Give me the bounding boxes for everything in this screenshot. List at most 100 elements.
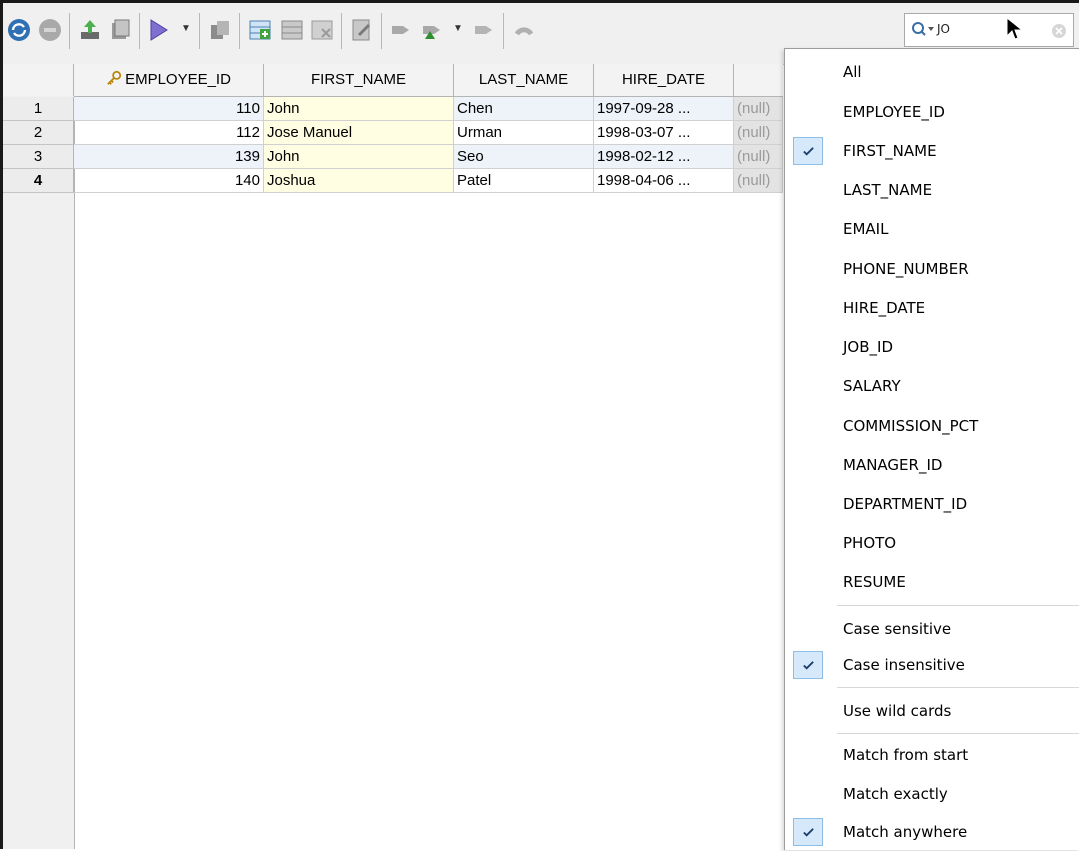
cell-first-name[interactable]: Joshua bbox=[264, 169, 454, 193]
column-header-label: FIRST_NAME bbox=[310, 71, 406, 88]
toolbar-separator bbox=[239, 13, 240, 49]
menu-item-label: LAST_NAME bbox=[843, 181, 933, 199]
menu-item-salary[interactable]: SALARY bbox=[785, 367, 1079, 405]
menu-item-label: Match from start bbox=[843, 746, 969, 764]
menu-item-match-anywhere[interactable]: Match anywhere bbox=[785, 813, 1079, 851]
delete-row-icon[interactable] bbox=[309, 17, 335, 43]
menu-item-phone-number[interactable]: PHONE_NUMBER bbox=[785, 250, 1079, 288]
cell-first-name[interactable]: Jose Manuel bbox=[264, 121, 454, 145]
checkmark-icon bbox=[793, 651, 823, 679]
menu-item-resume[interactable]: RESUME bbox=[785, 563, 1079, 601]
cell-employee-id[interactable]: 112 bbox=[74, 121, 264, 145]
menu-item-first-name[interactable]: FIRST_NAME bbox=[785, 132, 1079, 170]
cell-null[interactable]: (null) bbox=[734, 145, 783, 169]
rollback-icon[interactable] bbox=[419, 17, 445, 43]
table-row[interactable]: 3 139 John Seo 1998-02-12 ... (null) bbox=[3, 145, 783, 169]
menu-item-label: DEPARTMENT_ID bbox=[843, 495, 968, 513]
duplicate-row-icon[interactable] bbox=[279, 17, 305, 43]
stop-icon[interactable] bbox=[37, 17, 63, 43]
menu-item-last-name[interactable]: LAST_NAME bbox=[785, 171, 1079, 209]
search-input[interactable]: JO bbox=[937, 22, 950, 36]
primary-key-icon bbox=[107, 70, 122, 85]
menu-item-label: EMPLOYEE_ID bbox=[843, 103, 945, 121]
row-number[interactable]: 1 bbox=[3, 97, 74, 121]
menu-item-email[interactable]: EMAIL bbox=[785, 210, 1079, 248]
import-icon[interactable] bbox=[77, 17, 103, 43]
cell-employee-id[interactable]: 140 bbox=[74, 169, 264, 193]
menu-item-label: FIRST_NAME bbox=[843, 142, 937, 160]
cell-null[interactable]: (null) bbox=[734, 97, 783, 121]
column-header-last-name[interactable]: LAST_NAME bbox=[454, 64, 594, 96]
menu-item-label: JOB_ID bbox=[843, 338, 893, 356]
cell-employee-id[interactable]: 139 bbox=[74, 145, 264, 169]
undo-icon[interactable] bbox=[511, 17, 537, 43]
menu-separator bbox=[837, 687, 1079, 688]
cell-hire-date[interactable]: 1998-03-07 ... bbox=[594, 121, 734, 145]
row-number[interactable]: 2 bbox=[3, 121, 74, 145]
menu-item-label: COMMISSION_PCT bbox=[843, 417, 979, 435]
cell-first-name[interactable]: John bbox=[264, 97, 454, 121]
toolbar-separator bbox=[381, 13, 382, 49]
cell-last-name[interactable]: Chen bbox=[454, 97, 594, 121]
data-grid: EMPLOYEE_ID FIRST_NAME LAST_NAME HIRE_DA… bbox=[3, 64, 783, 849]
clear-search-icon[interactable] bbox=[1051, 23, 1067, 39]
lock-icon[interactable] bbox=[471, 17, 497, 43]
column-header-next[interactable] bbox=[734, 64, 783, 96]
search-icon[interactable] bbox=[911, 21, 937, 39]
menu-item-all[interactable]: All bbox=[785, 53, 1079, 91]
table-row[interactable]: 2 112 Jose Manuel Urman 1998-03-07 ... (… bbox=[3, 121, 783, 145]
menu-item-use-wild-cards[interactable]: Use wild cards bbox=[785, 692, 1079, 730]
edit-icon[interactable] bbox=[349, 17, 375, 43]
column-header-hire-date[interactable]: HIRE_DATE bbox=[594, 64, 734, 96]
copy-icon[interactable] bbox=[207, 17, 233, 43]
menu-item-commission-pct[interactable]: COMMISSION_PCT bbox=[785, 407, 1079, 445]
row-gutter bbox=[3, 96, 75, 849]
commit-dropdown-icon[interactable]: ▼ bbox=[453, 23, 463, 34]
table-row[interactable]: 4 140 Joshua Patel 1998-04-06 ... (null) bbox=[3, 169, 783, 193]
search-options-menu: All EMPLOYEE_ID FIRST_NAME LAST_NAME EMA… bbox=[784, 48, 1079, 850]
menu-item-department-id[interactable]: DEPARTMENT_ID bbox=[785, 485, 1079, 523]
add-row-icon[interactable] bbox=[247, 17, 273, 43]
toolbar-separator bbox=[199, 13, 200, 49]
row-number[interactable]: 3 bbox=[3, 145, 74, 169]
menu-item-hire-date[interactable]: HIRE_DATE bbox=[785, 289, 1079, 327]
cell-last-name[interactable]: Urman bbox=[454, 121, 594, 145]
menu-item-label: RESUME bbox=[843, 573, 906, 591]
menu-item-label: Match exactly bbox=[843, 785, 948, 803]
filter-dropdown-icon[interactable]: ▼ bbox=[181, 23, 191, 34]
menu-item-photo[interactable]: PHOTO bbox=[785, 524, 1079, 562]
mouse-cursor-icon bbox=[1006, 17, 1023, 40]
menu-item-label: Match anywhere bbox=[843, 823, 968, 841]
cell-hire-date[interactable]: 1998-04-06 ... bbox=[594, 169, 734, 193]
menu-separator bbox=[837, 605, 1079, 606]
menu-item-label: Case insensitive bbox=[843, 656, 965, 674]
toolbar-separator bbox=[69, 13, 70, 49]
menu-item-case-sensitive[interactable]: Case sensitive bbox=[785, 610, 1079, 648]
row-number[interactable]: 4 bbox=[3, 169, 74, 193]
cell-null[interactable]: (null) bbox=[734, 169, 783, 193]
menu-item-employee-id[interactable]: EMPLOYEE_ID bbox=[785, 93, 1079, 131]
filter-icon[interactable] bbox=[147, 17, 173, 43]
menu-item-case-insensitive[interactable]: Case insensitive bbox=[785, 646, 1079, 684]
menu-item-job-id[interactable]: JOB_ID bbox=[785, 328, 1079, 366]
checkmark-icon bbox=[793, 137, 823, 165]
menu-item-manager-id[interactable]: MANAGER_ID bbox=[785, 446, 1079, 484]
search-field[interactable]: JO bbox=[904, 13, 1074, 47]
table-row[interactable]: 1 110 John Chen 1997-09-28 ... (null) bbox=[3, 97, 783, 121]
cell-hire-date[interactable]: 1997-09-28 ... bbox=[594, 97, 734, 121]
toolbar-separator bbox=[503, 13, 504, 49]
column-header-first-name[interactable]: FIRST_NAME bbox=[264, 64, 454, 96]
export-icon[interactable] bbox=[107, 17, 133, 43]
cell-first-name[interactable]: John bbox=[264, 145, 454, 169]
menu-item-match-from-start[interactable]: Match from start bbox=[785, 736, 1079, 774]
cell-null[interactable]: (null) bbox=[734, 121, 783, 145]
toolbar-separator bbox=[139, 13, 140, 49]
refresh-icon[interactable] bbox=[6, 17, 32, 43]
menu-item-match-exactly[interactable]: Match exactly bbox=[785, 775, 1079, 813]
column-header-employee-id[interactable]: EMPLOYEE_ID bbox=[74, 64, 264, 96]
cell-last-name[interactable]: Patel bbox=[454, 169, 594, 193]
cell-employee-id[interactable]: 110 bbox=[74, 97, 264, 121]
cell-hire-date[interactable]: 1998-02-12 ... bbox=[594, 145, 734, 169]
commit-icon[interactable] bbox=[389, 17, 415, 43]
cell-last-name[interactable]: Seo bbox=[454, 145, 594, 169]
